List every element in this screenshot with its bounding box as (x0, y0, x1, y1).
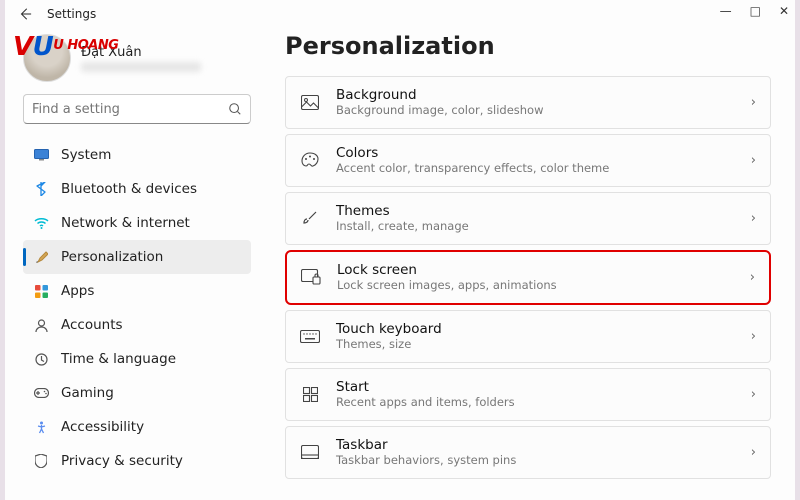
chevron-right-icon: › (751, 329, 756, 344)
sidebar-item-privacy[interactable]: Privacy & security (23, 444, 251, 478)
card-start[interactable]: StartRecent apps and items, folders › (285, 368, 771, 421)
chevron-right-icon: › (751, 445, 756, 460)
cards-container: BackgroundBackground image, color, slide… (285, 76, 771, 479)
sidebar-item-network[interactable]: Network & internet (23, 206, 251, 240)
taskbar-icon (300, 445, 320, 459)
window-title: Settings (47, 7, 96, 21)
system-icon (33, 149, 49, 161)
arrow-left-icon (18, 7, 32, 21)
card-touch-keyboard[interactable]: Touch keyboardThemes, size › (285, 310, 771, 363)
titlebar: Settings — □ ✕ (5, 0, 795, 28)
close-button[interactable]: ✕ (779, 4, 789, 18)
card-taskbar[interactable]: TaskbarTaskbar behaviors, system pins › (285, 426, 771, 479)
sidebar: VUU HOANG Đạt Xuân System Bluetooth & de… (5, 28, 265, 500)
page-title: Personalization (285, 32, 771, 60)
back-button[interactable] (13, 2, 37, 26)
sidebar-item-bluetooth[interactable]: Bluetooth & devices (23, 172, 251, 206)
chevron-right-icon: › (751, 153, 756, 168)
search-icon (228, 102, 242, 116)
sidebar-item-gaming[interactable]: Gaming (23, 376, 251, 410)
paintbrush-icon (33, 250, 49, 264)
apps-icon (33, 285, 49, 298)
shield-icon (33, 454, 49, 468)
accounts-icon (33, 319, 49, 332)
sidebar-item-time[interactable]: Time & language (23, 342, 251, 376)
nav: System Bluetooth & devices Network & int… (23, 138, 251, 478)
card-lock-screen[interactable]: Lock screenLock screen images, apps, ani… (285, 250, 771, 305)
window-controls: — □ ✕ (720, 4, 789, 18)
card-themes[interactable]: ThemesInstall, create, manage › (285, 192, 771, 245)
keyboard-icon (300, 330, 320, 343)
brush-icon (300, 210, 320, 226)
card-colors[interactable]: ColorsAccent color, transparency effects… (285, 134, 771, 187)
maximize-button[interactable]: □ (750, 4, 761, 18)
bluetooth-icon (33, 182, 49, 196)
email-blurred (81, 62, 201, 72)
search-box[interactable] (23, 94, 251, 124)
image-icon (300, 95, 320, 110)
sidebar-item-accessibility[interactable]: Accessibility (23, 410, 251, 444)
chevron-right-icon: › (750, 270, 755, 285)
wifi-icon (33, 217, 49, 229)
profile[interactable]: VUU HOANG Đạt Xuân (23, 34, 251, 82)
main: Personalization BackgroundBackground ima… (265, 28, 795, 500)
gaming-icon (33, 388, 49, 398)
card-background[interactable]: BackgroundBackground image, color, slide… (285, 76, 771, 129)
sidebar-item-apps[interactable]: Apps (23, 274, 251, 308)
lock-screen-icon (301, 269, 321, 285)
username: Đạt Xuân (81, 45, 201, 60)
sidebar-item-accounts[interactable]: Accounts (23, 308, 251, 342)
avatar (23, 34, 71, 82)
accessibility-icon (33, 421, 49, 434)
minimize-button[interactable]: — (720, 4, 732, 18)
sidebar-item-personalization[interactable]: Personalization (23, 240, 251, 274)
chevron-right-icon: › (751, 387, 756, 402)
chevron-right-icon: › (751, 211, 756, 226)
search-input[interactable] (32, 102, 228, 117)
sidebar-item-system[interactable]: System (23, 138, 251, 172)
palette-icon (300, 152, 320, 168)
chevron-right-icon: › (751, 95, 756, 110)
layout: VUU HOANG Đạt Xuân System Bluetooth & de… (5, 28, 795, 500)
clock-icon (33, 353, 49, 366)
settings-window: Settings — □ ✕ VUU HOANG Đạt Xuân (5, 0, 795, 500)
start-icon (300, 387, 320, 402)
